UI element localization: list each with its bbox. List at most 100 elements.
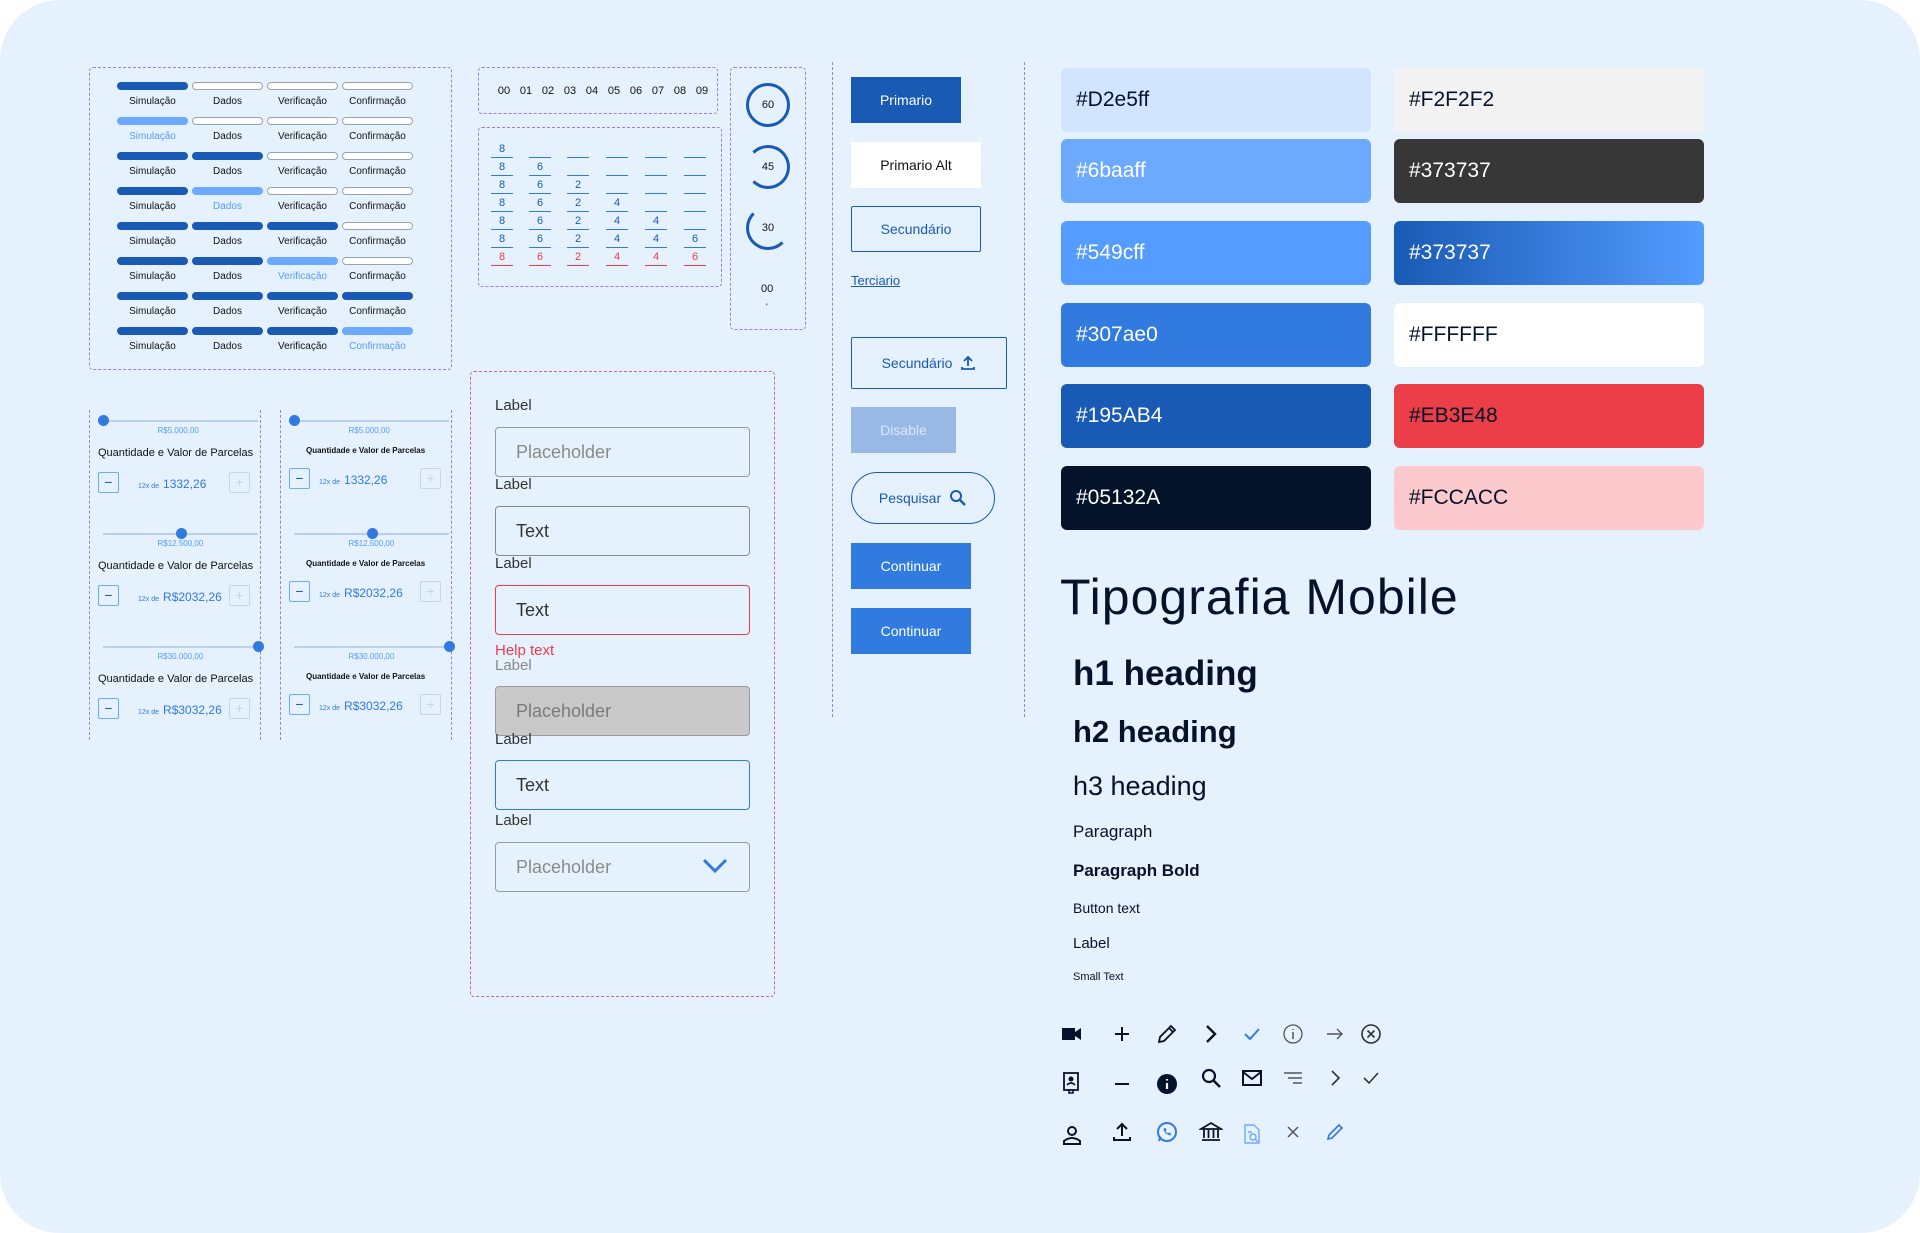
code-slot[interactable]: 8 [491, 212, 513, 230]
decrement-button[interactable]: − [289, 694, 310, 715]
code-slot[interactable]: 6 [529, 158, 551, 176]
stepper-step[interactable]: Simulação [117, 327, 188, 352]
code-slot[interactable]: 6 [684, 248, 706, 266]
decrement-button[interactable]: − [98, 698, 119, 719]
code-slot-empty[interactable] [684, 176, 706, 194]
continue-button[interactable]: Continuar [851, 608, 971, 654]
stepper-step[interactable]: Dados [192, 292, 263, 317]
stepper-step[interactable]: Dados [192, 257, 263, 282]
code-slot-empty[interactable] [606, 158, 628, 176]
stepper-step[interactable]: Confirmação [342, 117, 413, 142]
text-field-filled[interactable]: Text [495, 506, 750, 556]
stepper-step[interactable]: Confirmação [342, 152, 413, 177]
code-slot[interactable]: 6 [684, 230, 706, 248]
increment-button[interactable]: + [229, 698, 250, 719]
stepper-step[interactable]: Dados [192, 327, 263, 352]
stepper-step[interactable]: Simulação [117, 257, 188, 282]
stepper-step[interactable]: Confirmação [342, 257, 413, 282]
code-slot-empty[interactable] [606, 176, 628, 194]
slider-track[interactable] [294, 646, 449, 648]
code-slot-empty[interactable] [684, 140, 706, 158]
primary-alt-button[interactable]: Primario Alt [851, 142, 981, 188]
code-slot[interactable]: 4 [645, 212, 667, 230]
stepper-step[interactable]: Verificação [267, 292, 338, 317]
stepper-step[interactable]: Confirmação [342, 327, 413, 352]
text-field-error[interactable]: Text [495, 585, 750, 635]
stepper-step[interactable]: Verificação [267, 327, 338, 352]
code-slot[interactable]: 8 [491, 140, 513, 158]
stepper-step[interactable]: Simulação [117, 117, 188, 142]
text-field-default[interactable]: Placeholder [495, 427, 750, 477]
code-slot[interactable]: 4 [606, 230, 628, 248]
continue-button[interactable]: Continuar [851, 543, 971, 589]
primary-button[interactable]: Primario [851, 77, 961, 123]
code-slot-empty[interactable] [684, 158, 706, 176]
stepper-step[interactable]: Confirmação [342, 82, 413, 107]
decrement-button[interactable]: − [289, 468, 310, 489]
code-slot[interactable]: 8 [491, 176, 513, 194]
stepper-step[interactable]: Simulação [117, 82, 188, 107]
increment-button[interactable]: + [229, 585, 250, 606]
stepper-step[interactable]: Confirmação [342, 292, 413, 317]
code-slot-empty[interactable] [684, 194, 706, 212]
code-slot-empty[interactable] [684, 212, 706, 230]
code-slot[interactable]: 6 [529, 248, 551, 266]
decrement-button[interactable]: − [98, 585, 119, 606]
stepper-step[interactable]: Dados [192, 152, 263, 177]
code-slot[interactable]: 2 [567, 230, 589, 248]
stepper-step[interactable]: Simulação [117, 187, 188, 212]
text-field-focus[interactable]: Text [495, 760, 750, 810]
code-slot[interactable]: 6 [529, 230, 551, 248]
stepper-step[interactable]: Simulação [117, 222, 188, 247]
slider-track[interactable] [294, 420, 449, 422]
code-slot[interactable]: 2 [567, 176, 589, 194]
secondary-button[interactable]: Secundário [851, 206, 981, 252]
slider-track[interactable] [103, 646, 258, 648]
code-slot[interactable]: 4 [645, 248, 667, 266]
code-slot-empty[interactable] [567, 140, 589, 158]
increment-button[interactable]: + [420, 694, 441, 715]
code-slot[interactable]: 6 [529, 194, 551, 212]
stepper-step[interactable]: Simulação [117, 152, 188, 177]
stepper-step[interactable]: Confirmação [342, 222, 413, 247]
select-field[interactable]: Placeholder [495, 842, 750, 892]
stepper-step[interactable]: Dados [192, 117, 263, 142]
code-slot[interactable]: 8 [491, 194, 513, 212]
code-slot[interactable]: 4 [645, 230, 667, 248]
code-slot[interactable]: 4 [606, 248, 628, 266]
slider-knob[interactable] [253, 641, 264, 652]
code-slot[interactable]: 6 [529, 212, 551, 230]
increment-button[interactable]: + [420, 468, 441, 489]
slider-knob[interactable] [98, 415, 109, 426]
code-slot[interactable]: 4 [606, 194, 628, 212]
stepper-step[interactable]: Dados [192, 187, 263, 212]
code-slot[interactable]: 6 [529, 176, 551, 194]
stepper-step[interactable]: Verificação [267, 187, 338, 212]
tertiary-link[interactable]: Terciario [851, 273, 900, 288]
stepper-step[interactable]: Verificação [267, 257, 338, 282]
code-slot[interactable]: 2 [567, 248, 589, 266]
increment-button[interactable]: + [420, 581, 441, 602]
code-slot-empty[interactable] [645, 176, 667, 194]
slider-knob[interactable] [289, 415, 300, 426]
code-slot[interactable]: 8 [491, 158, 513, 176]
code-slot[interactable]: 4 [606, 212, 628, 230]
stepper-step[interactable]: Verificação [267, 152, 338, 177]
code-slot[interactable]: 2 [567, 212, 589, 230]
code-slot[interactable]: 2 [567, 194, 589, 212]
stepper-step[interactable]: Verificação [267, 82, 338, 107]
code-slot[interactable]: 8 [491, 230, 513, 248]
secondary-upload-button[interactable]: Secundário [851, 337, 1007, 389]
decrement-button[interactable]: − [289, 581, 310, 602]
code-slot-empty[interactable] [567, 158, 589, 176]
slider-track[interactable] [103, 420, 258, 422]
slider-knob[interactable] [444, 641, 455, 652]
slider-knob[interactable] [175, 528, 187, 539]
stepper-step[interactable]: Verificação [267, 222, 338, 247]
stepper-step[interactable]: Dados [192, 222, 263, 247]
code-slot-empty[interactable] [645, 140, 667, 158]
stepper-step[interactable]: Dados [192, 82, 263, 107]
stepper-step[interactable]: Confirmação [342, 187, 413, 212]
code-slot-empty[interactable] [645, 158, 667, 176]
increment-button[interactable]: + [229, 472, 250, 493]
